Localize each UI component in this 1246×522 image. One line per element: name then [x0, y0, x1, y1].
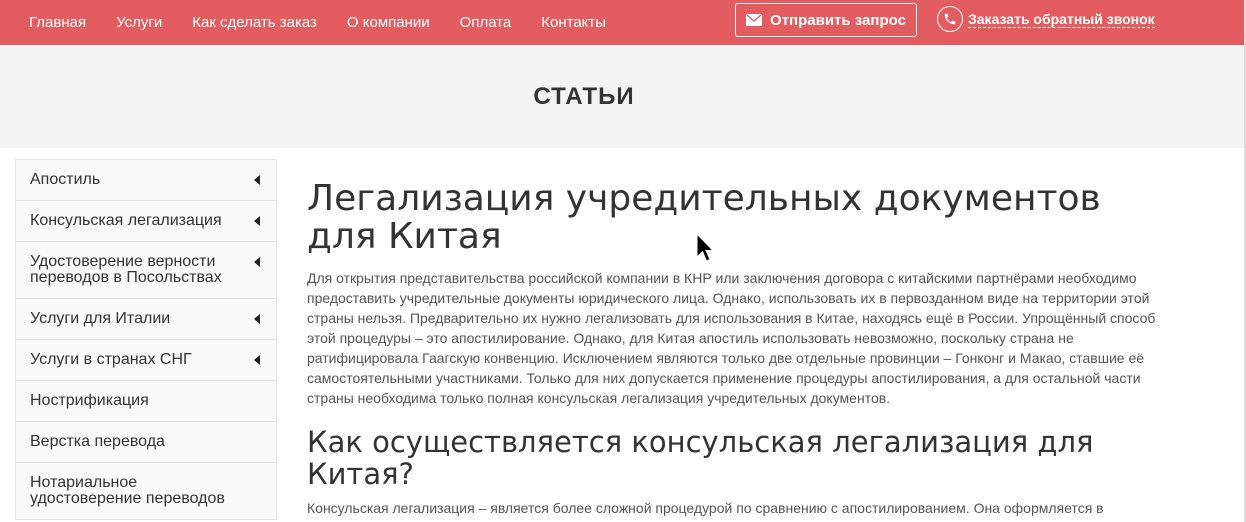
nav-contacts[interactable]: Контакты — [526, 0, 621, 45]
mail-icon — [746, 14, 763, 26]
top-navigation-bar: Главная Услуги Как сделать заказ О компа… — [0, 0, 1246, 45]
article-title: Легализация учредительных документов для… — [307, 178, 1101, 257]
sidebar-item-notarial-certification[interactable]: Нотариальное удостоверение переводов — [16, 463, 276, 520]
sidebar-item-label: Удостоверение верности переводов в Посол… — [30, 253, 222, 286]
nav-how-to-order[interactable]: Как сделать заказ — [177, 0, 332, 45]
send-request-button[interactable]: Отправить запрос — [735, 3, 917, 37]
chevron-left-icon[interactable] — [252, 313, 262, 325]
chevron-left-icon[interactable] — [252, 256, 262, 268]
nav-about[interactable]: О компании — [332, 0, 445, 45]
page-header: СТАТЬИ — [0, 45, 1246, 148]
mouse-cursor-icon — [696, 233, 714, 262]
sidebar-item-label: Услуги в странах СНГ — [30, 351, 192, 368]
page-title: СТАТЬИ — [533, 83, 635, 110]
sidebar-menu: Апостиль Консульская легализация Удостов… — [15, 159, 277, 520]
chevron-left-icon[interactable] — [252, 215, 262, 227]
article-subtitle: Как осуществляется консульская легализац… — [307, 425, 1094, 491]
sidebar-item-label: Нострификация — [30, 392, 149, 409]
article: Легализация учредительных документов для… — [307, 180, 1167, 522]
sidebar-item-label: Нотариальное удостоверение переводов — [30, 474, 225, 507]
nav-payment[interactable]: Оплата — [445, 0, 527, 45]
send-request-label: Отправить запрос — [770, 11, 906, 29]
chevron-left-icon[interactable] — [252, 354, 262, 366]
sidebar-item-italy-services[interactable]: Услуги для Италии — [16, 299, 276, 340]
article-paragraph: Для открытия представительства российско… — [307, 270, 1156, 406]
nav-home[interactable]: Главная — [14, 0, 101, 45]
sidebar-item-label: Апостиль — [30, 171, 101, 188]
sidebar-item-label: Верстка перевода — [30, 433, 165, 450]
phone-icon — [937, 6, 963, 32]
sidebar-item-nostrification[interactable]: Нострификация — [16, 381, 276, 422]
sidebar-item-embassy-certification[interactable]: Удостоверение верности переводов в Посол… — [16, 242, 276, 299]
chevron-left-icon[interactable] — [252, 174, 262, 186]
main-nav: Главная Услуги Как сделать заказ О компа… — [14, 0, 621, 45]
callback-label: Заказать обратный звонок — [968, 10, 1155, 28]
sidebar-item-cis-services[interactable]: Услуги в странах СНГ — [16, 340, 276, 381]
nav-services[interactable]: Услуги — [101, 0, 177, 45]
article-paragraph: Консульская легализация – является более… — [307, 500, 1104, 522]
sidebar-item-translation-layout[interactable]: Верстка перевода — [16, 422, 276, 463]
callback-link[interactable]: Заказать обратный звонок — [937, 5, 1155, 33]
sidebar-item-consular-legalization[interactable]: Консульская легализация — [16, 201, 276, 242]
sidebar-item-label: Услуги для Италии — [30, 310, 171, 327]
sidebar-item-label: Консульская легализация — [30, 212, 222, 229]
sidebar-item-apostille[interactable]: Апостиль — [16, 160, 276, 201]
